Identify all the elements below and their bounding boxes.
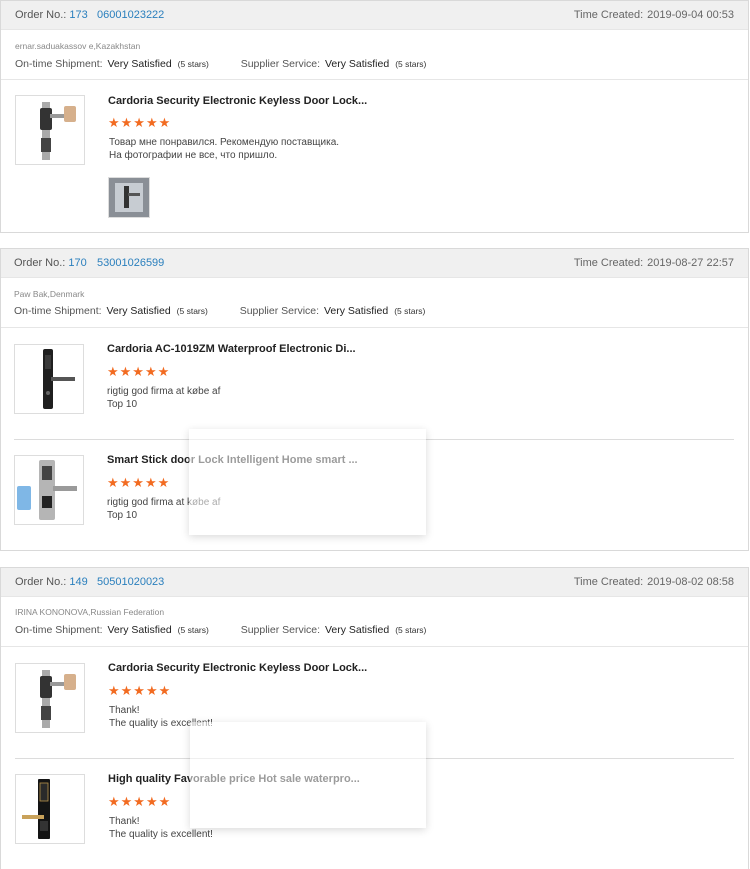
order-header: Order No.: 173 06001023222 Time Created: 2… — [1, 1, 748, 30]
order-number: Order No.: 170 — [14, 257, 87, 269]
overlay-card — [189, 429, 426, 535]
review-photo[interactable] — [108, 177, 150, 218]
rating-stars: ★★★★★ — [108, 683, 172, 698]
door-lock-image — [22, 779, 50, 839]
time-created: Time Created: 2019-09-04 00:53 — [573, 9, 734, 21]
order-tracking-link[interactable]: 50501020023 — [97, 576, 164, 588]
order-tracking-link[interactable]: 53001026599 — [97, 257, 164, 269]
seller-ratings: On-time Shipment: Very Satisfied (5 stars… — [15, 624, 427, 636]
rating-stars: ★★★★★ — [108, 794, 172, 809]
door-lock-image — [109, 178, 149, 217]
product-thumbnail[interactable] — [15, 95, 85, 165]
rating-stars: ★★★★★ — [108, 115, 172, 130]
door-lock-image — [43, 349, 75, 409]
rating-stars: ★★★★★ — [107, 364, 171, 379]
time-created: Time Created: 2019-08-27 22:57 — [573, 257, 734, 269]
product-title[interactable]: Cardoria AC-1019ZM Waterproof Electronic… — [107, 343, 356, 355]
review-comment: rigtig god firma at købe af Top 10 — [107, 386, 221, 410]
buyer-name: Paw Bak,Denmark — [14, 289, 85, 299]
review-comment: Товар мне понравился. Рекомендую поставщ… — [109, 137, 340, 161]
order-card: Order No.: 170 53001026599 Time Created: 2… — [0, 248, 749, 551]
order-card: Order No.: 173 06001023222 Time Created: 2… — [0, 0, 749, 233]
order-header: Order No.: 170 53001026599 Time Created: 2… — [1, 249, 748, 278]
door-lock-image — [40, 102, 76, 160]
product-thumbnail[interactable] — [15, 774, 85, 844]
seller-ratings: On-time Shipment: Very Satisfied (5 stars… — [14, 305, 426, 317]
product-thumbnail[interactable] — [14, 344, 84, 414]
product-thumbnail[interactable] — [14, 455, 84, 525]
overlay-card — [190, 722, 426, 828]
product-title[interactable]: Cardoria Security Electronic Keyless Doo… — [108, 95, 367, 107]
door-lock-image — [40, 670, 76, 728]
seller-ratings: On-time Shipment: Very Satisfied (5 stars… — [15, 58, 427, 70]
product-title[interactable]: Cardoria Security Electronic Keyless Doo… — [108, 662, 367, 674]
buyer-name: ernar.saduakassov e,Kazakhstan — [15, 41, 141, 51]
buyer-name: IRINA KONONOVA,Russian Federation — [15, 607, 165, 617]
door-lock-image — [17, 460, 77, 520]
order-number: Order No.: 149 — [15, 576, 88, 588]
order-card: Order No.: 149 50501020023 Time Created: 2… — [0, 567, 749, 869]
product-thumbnail[interactable] — [15, 663, 85, 733]
time-created: Time Created: 2019-08-02 08:58 — [573, 576, 734, 588]
order-tracking-link[interactable]: 06001023222 — [97, 9, 164, 21]
rating-stars: ★★★★★ — [107, 475, 171, 490]
order-number: Order No.: 173 — [15, 9, 88, 21]
order-header: Order No.: 149 50501020023 Time Created: 2… — [1, 568, 748, 597]
